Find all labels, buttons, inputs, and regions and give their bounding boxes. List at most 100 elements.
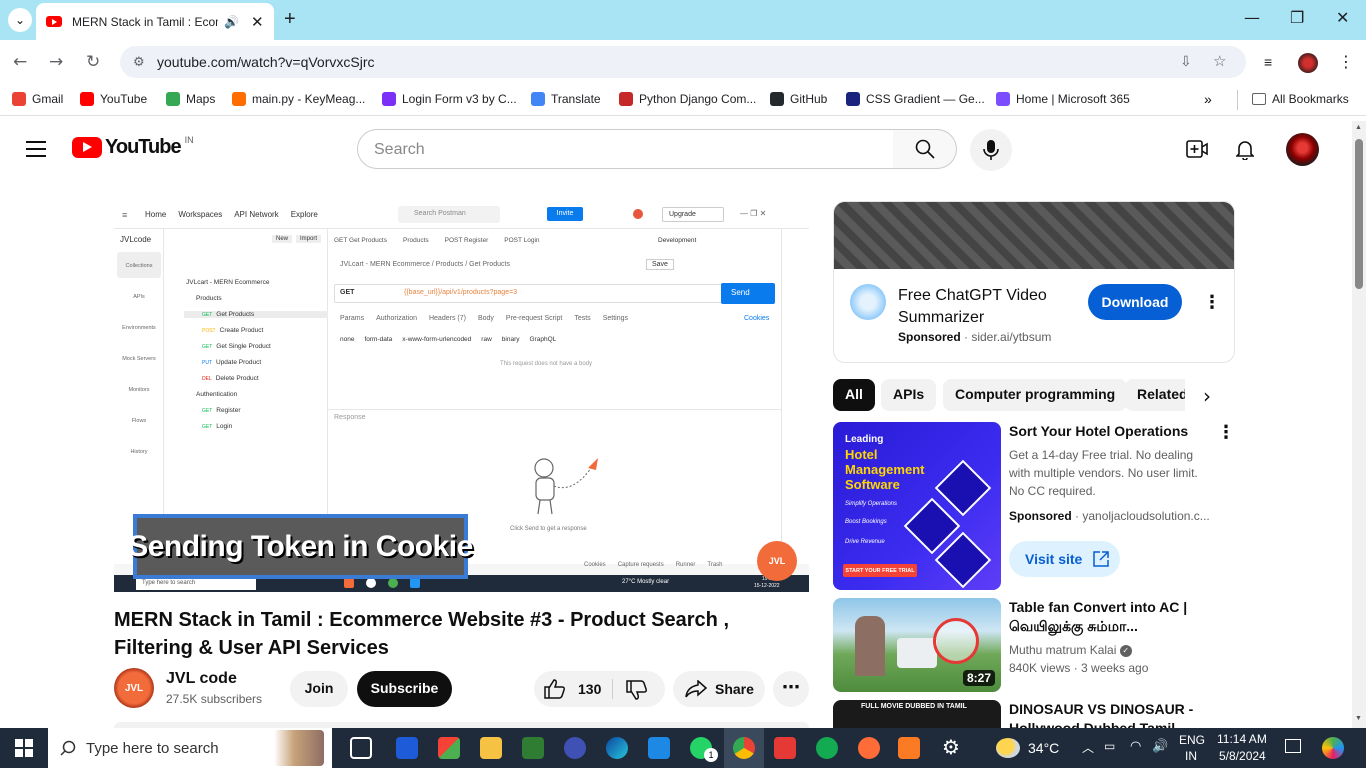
bookmark-item[interactable]: Login Form v3 by C... [382, 92, 517, 106]
bookmark-item[interactable]: Home | Microsoft 365 [996, 92, 1130, 106]
edge-icon[interactable] [606, 737, 628, 759]
page-scrollbar[interactable]: ▲ ▼ [1352, 121, 1366, 728]
reload-icon[interactable]: ↻ [86, 52, 100, 72]
bookmark-star-icon[interactable]: ☆ [1213, 52, 1226, 70]
mongodb-icon[interactable] [816, 737, 838, 759]
app-n-icon[interactable] [396, 737, 418, 759]
anydesk-icon[interactable] [774, 737, 796, 759]
bookmark-item[interactable]: GitHub [770, 92, 827, 106]
store-icon[interactable] [438, 737, 460, 759]
bookmark-item[interactable]: Maps [166, 92, 215, 106]
voice-search-button[interactable] [970, 129, 1012, 171]
create-video-icon[interactable] [1186, 140, 1208, 163]
language-indicator[interactable]: ENG [1179, 733, 1205, 747]
dislike-button[interactable] [626, 680, 648, 705]
folder-icon [1252, 93, 1266, 105]
filter-chip[interactable]: Related [1125, 379, 1185, 411]
rec-menu-icon[interactable]: ⋮ [1217, 422, 1235, 443]
volume-icon[interactable]: 🔊 [1152, 738, 1168, 754]
rec-title[interactable]: Table fan Convert into AC | வெயிலுக்கு ச… [1009, 598, 1209, 636]
wifi-icon[interactable]: ◠ [1130, 738, 1141, 754]
rec-title[interactable]: DINOSAUR VS DINOSAUR - Hollywood Dubbed … [1009, 700, 1209, 728]
database-icon[interactable] [564, 737, 586, 759]
tray-chevron-icon[interactable]: ︿ [1082, 739, 1094, 756]
account-avatar[interactable] [1286, 133, 1319, 166]
join-button[interactable]: Join [290, 671, 348, 707]
search-input[interactable]: Search [357, 129, 894, 169]
filter-chip[interactable]: All [833, 379, 875, 411]
notification-center-icon[interactable] [1285, 739, 1301, 753]
install-app-icon[interactable]: ⇩ [1180, 53, 1192, 70]
more-actions-button[interactable]: ⋯ [773, 671, 809, 707]
notifications-bell-icon[interactable] [1235, 139, 1255, 165]
dinosaur-thumbnail[interactable]: FULL MOVIE DUBBED IN TAMIL [833, 700, 1001, 728]
more-bookmarks-icon[interactable]: » [1204, 91, 1212, 107]
bookmark-item[interactable]: main.py - KeyMeag... [232, 92, 365, 106]
address-bar[interactable]: ⚙ youtube.com/watch?v=qVorvxcSjrc ⇩ ☆ [120, 46, 1246, 78]
ad-title: Free ChatGPT Video Summarizer [898, 287, 1047, 326]
video-player[interactable]: ≡ Home Workspaces API Network Explore Searc… [114, 201, 809, 592]
youtube-logo[interactable]: YouTube IN [72, 135, 194, 159]
table-fan-thumbnail[interactable]: 8:27 [833, 598, 1001, 692]
close-window-button[interactable]: ✕ [1336, 8, 1349, 27]
speaker-icon[interactable]: 🔊 [224, 15, 239, 29]
battery-icon[interactable]: ▭ [1104, 739, 1115, 753]
channel-watermark[interactable]: JVL [757, 541, 797, 581]
postman-nav-item: Explore [290, 210, 318, 219]
rec-title[interactable]: Sort Your Hotel Operations [1009, 422, 1199, 441]
scrollbar-thumb[interactable] [1355, 139, 1363, 289]
bookmark-favicon-icon [846, 92, 860, 106]
ad-card[interactable]: Free ChatGPT Video Summarizer Sponsored … [833, 201, 1235, 363]
ad-download-button[interactable]: Download [1088, 284, 1182, 320]
xampp-icon[interactable] [898, 737, 920, 759]
bookmark-item[interactable]: Translate [531, 92, 601, 106]
all-bookmarks[interactable]: All Bookmarks [1252, 92, 1349, 106]
menu-icon[interactable]: ⋮ [1338, 52, 1354, 72]
windows-start-icon[interactable] [15, 739, 33, 762]
channel-name[interactable]: JVL code [166, 670, 237, 688]
settings-gear-icon[interactable]: ⚙ [940, 737, 962, 759]
profile-avatar[interactable] [1298, 53, 1318, 73]
copilot-icon[interactable] [1322, 737, 1344, 759]
bookmark-item[interactable]: Python Django Com... [619, 92, 756, 106]
like-dislike-group: 130 [534, 671, 665, 707]
forward-icon[interactable]: → [49, 52, 63, 72]
hotel-ad-thumbnail[interactable]: Leading Hotel Management Software Simpli… [833, 422, 1001, 590]
rec-sponsor-line: Sponsored · yanoljacloudsolution.c... [1009, 509, 1210, 523]
postman-icon[interactable] [858, 737, 880, 759]
task-view-icon[interactable] [350, 737, 372, 759]
visit-site-button[interactable]: Visit site [1009, 541, 1120, 577]
file-explorer-icon[interactable] [480, 737, 502, 759]
bookmark-item[interactable]: CSS Gradient — Ge... [846, 92, 985, 106]
restore-button[interactable]: ❐ [1290, 8, 1304, 27]
ad-menu-icon[interactable]: ⋮ [1203, 292, 1221, 313]
taskbar-search[interactable]: Type here to search [48, 728, 332, 768]
weather-temp[interactable]: 34°C [1028, 740, 1059, 756]
tab-search-icon[interactable]: ⌄ [8, 8, 32, 32]
clock-time[interactable]: 11:14 AM [1217, 732, 1267, 746]
weather-icon[interactable] [996, 738, 1020, 758]
bookmark-item[interactable]: YouTube [80, 92, 147, 106]
minimize-button[interactable]: — [1244, 8, 1260, 27]
browser-tab[interactable]: MERN Stack in Tamil : Ecom 🔊 ✕ [36, 3, 274, 40]
filter-chip[interactable]: APIs [881, 379, 937, 411]
chips-next-icon[interactable]: › [1203, 384, 1211, 408]
filter-chip[interactable]: Computer programming [943, 379, 1128, 411]
search-button[interactable] [893, 129, 957, 169]
new-tab-button[interactable]: + [284, 8, 296, 31]
share-button[interactable]: Share [673, 671, 765, 707]
close-tab-icon[interactable]: ✕ [251, 13, 264, 31]
video-app-icon[interactable] [522, 737, 544, 759]
vscode-icon[interactable] [648, 737, 670, 759]
back-icon[interactable]: ← [13, 52, 27, 72]
channel-avatar[interactable]: JVL [114, 668, 154, 708]
media-control-icon[interactable]: ≡ [1264, 54, 1272, 70]
region-indicator[interactable]: IN [1185, 749, 1197, 763]
clock-date[interactable]: 5/8/2024 [1219, 749, 1266, 763]
like-button[interactable]: 130 [534, 671, 612, 707]
bookmark-item[interactable]: Gmail [12, 92, 63, 106]
subscribe-button[interactable]: Subscribe [357, 671, 452, 707]
site-info-icon[interactable]: ⚙ [133, 54, 145, 70]
hamburger-menu-icon[interactable] [26, 141, 46, 157]
chrome-icon[interactable] [733, 737, 755, 759]
